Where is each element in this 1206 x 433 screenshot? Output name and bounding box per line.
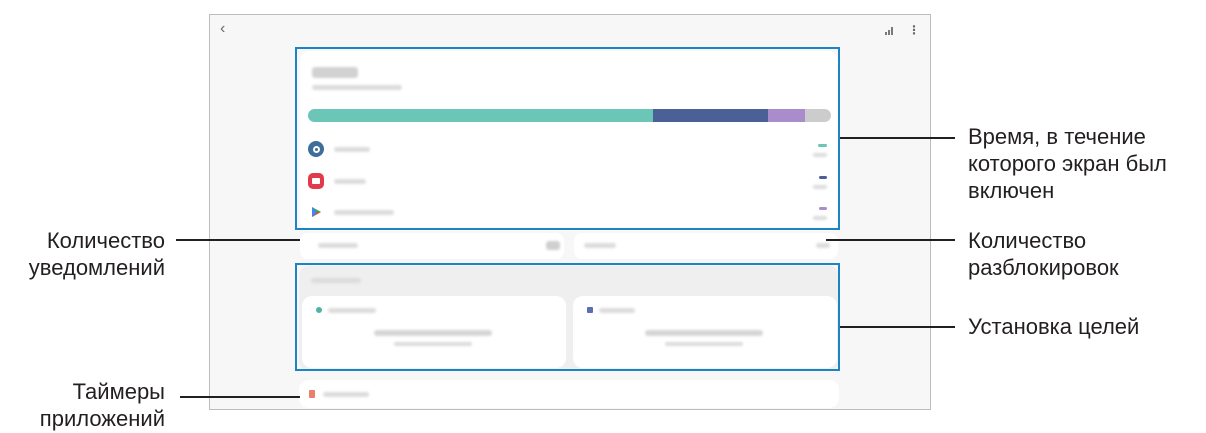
notifications-callout: [176, 239, 300, 241]
stats-row: [300, 233, 838, 259]
goals-highlight: [295, 263, 840, 371]
app-timers-annotation: Таймеры приложений: [39, 379, 165, 431]
unlocks-counter[interactable]: [574, 233, 838, 259]
app-timers-card[interactable]: [299, 380, 839, 408]
unlocks-label: [584, 243, 616, 248]
unlocks-value: [816, 243, 830, 248]
goals-annotation: Установка целей: [968, 314, 1140, 339]
bar-chart-icon[interactable]: [885, 27, 893, 35]
screen-time-annotation: Время, в течение которого экран был вклю…: [968, 124, 1167, 203]
notifications-label: [318, 243, 358, 248]
notifications-annotation: Количество уведомлений: [28, 228, 165, 280]
notifications-counter[interactable]: [300, 233, 564, 259]
more-vertical-icon[interactable]: ⋮: [908, 23, 920, 37]
unlocks-callout: [826, 239, 955, 241]
notifications-value: [546, 241, 560, 250]
chevron-left-icon[interactable]: ‹: [220, 20, 225, 38]
goals-callout: [840, 326, 955, 328]
screen-time-callout: [840, 137, 955, 139]
unlocks-annotation: Количество разблокировок: [968, 228, 1119, 280]
app-timers-callout: [180, 396, 300, 398]
screen-time-highlight: [295, 47, 840, 230]
app-timers-label: [323, 392, 369, 397]
hourglass-icon: [309, 390, 315, 398]
